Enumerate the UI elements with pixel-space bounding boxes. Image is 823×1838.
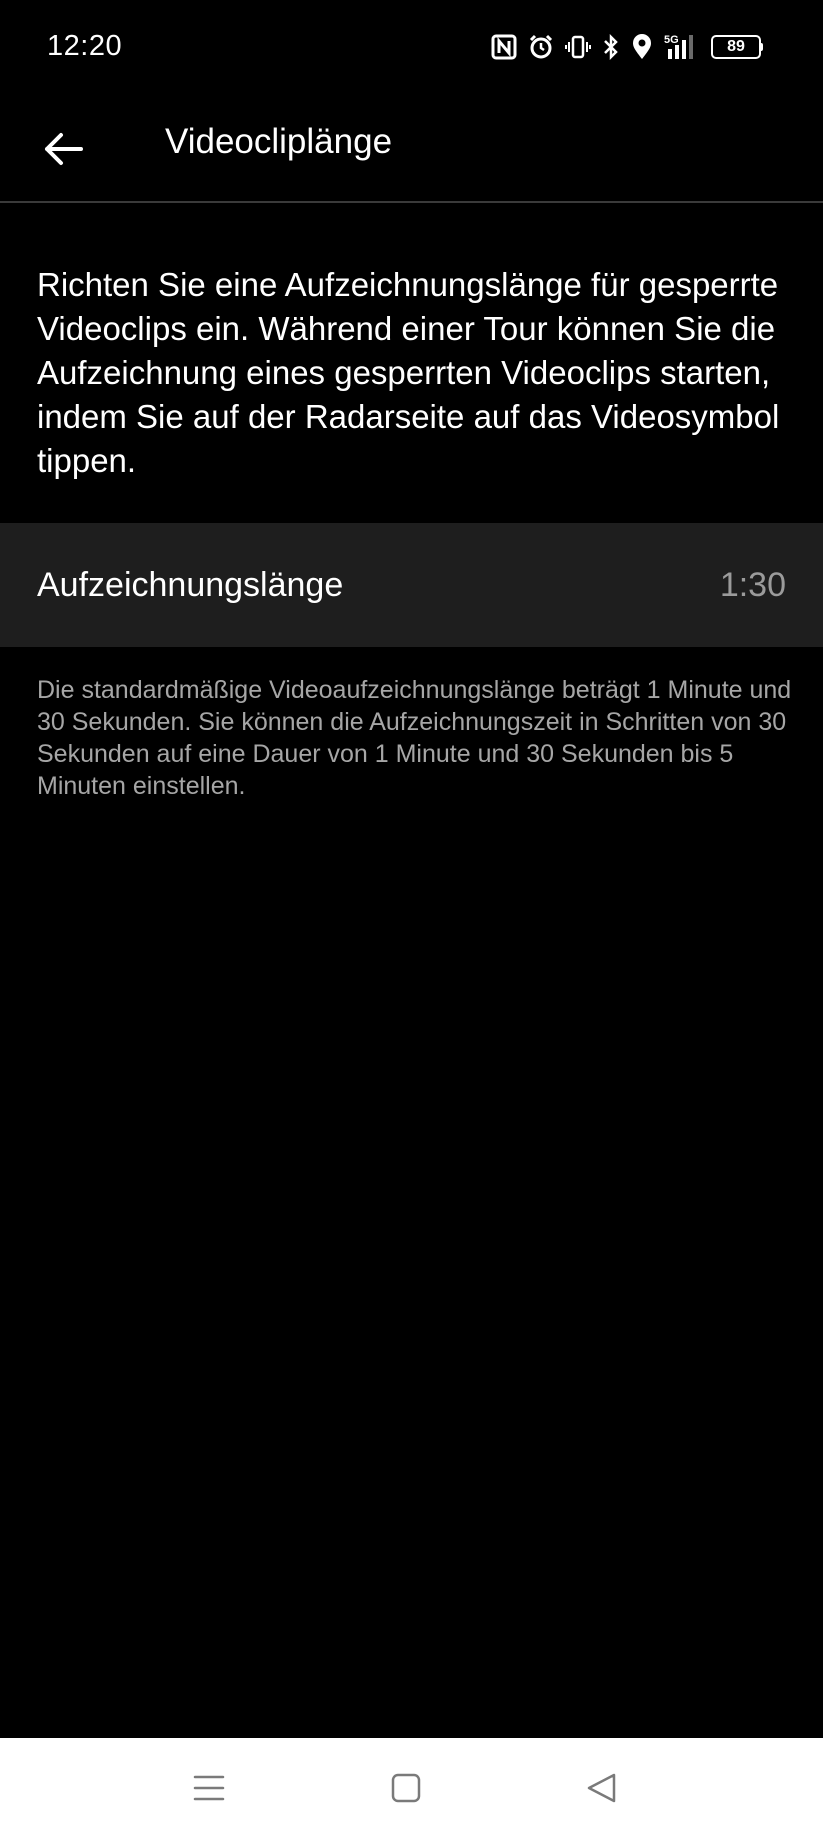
recording-length-setting[interactable]: Aufzeichnungslänge 1:30	[0, 523, 823, 647]
nav-back-button[interactable]	[572, 1758, 632, 1818]
status-time: 12:20	[47, 30, 123, 62]
bluetooth-icon	[602, 34, 620, 60]
back-button[interactable]	[28, 114, 98, 184]
status-bar: 12:20 5G 89	[0, 0, 823, 95]
menu-button[interactable]	[179, 1758, 239, 1818]
home-icon	[391, 1773, 421, 1803]
setting-label: Aufzeichnungslänge	[37, 566, 344, 604]
menu-icon	[193, 1775, 225, 1801]
home-button[interactable]	[376, 1758, 436, 1818]
battery-icon: 89	[711, 35, 763, 59]
network-type: 5G	[664, 34, 679, 46]
app-bar: Videocliplänge	[0, 95, 823, 203]
signal-icon: 5G	[664, 33, 700, 61]
intro-text: Richten Sie eine Aufzeichnungslänge für …	[37, 266, 780, 479]
nfc-icon	[491, 34, 517, 60]
arrow-left-icon	[45, 133, 83, 165]
battery-level: 89	[711, 35, 761, 59]
page-title: Videocliplänge	[165, 122, 393, 161]
alarm-icon	[528, 34, 554, 60]
system-nav-bar	[0, 1738, 823, 1838]
location-icon	[631, 34, 653, 60]
hint-text: Die standardmäßige Videoaufzeichnungslän…	[37, 676, 792, 800]
status-icons: 5G 89	[491, 29, 763, 65]
vibrate-icon	[565, 34, 591, 60]
setting-value: 1:30	[719, 566, 786, 604]
back-triangle-icon	[587, 1773, 616, 1803]
